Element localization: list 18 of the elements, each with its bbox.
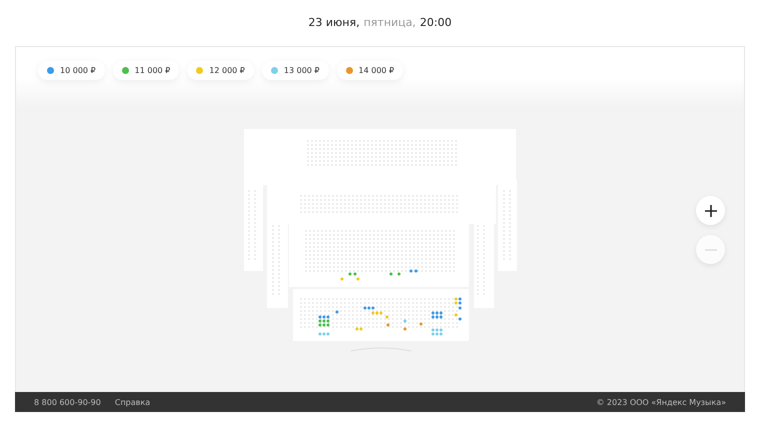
event-date: 23 июня, [308, 16, 360, 28]
price-legend-chip[interactable]: 14 000 ₽ [336, 61, 404, 80]
phone-number: 8 800 600-90-90 [34, 398, 101, 406]
price-label: 12 000 ₽ [209, 66, 245, 75]
help-link[interactable]: Справка [114, 398, 150, 406]
plus-icon [704, 204, 716, 216]
copyright-text: © 2023 ООО «Яндекс Музыка» [596, 398, 726, 406]
price-label: 11 000 ₽ [134, 66, 170, 75]
event-time: 20:00 [420, 16, 452, 28]
price-legend-chip[interactable]: 11 000 ₽ [112, 61, 180, 80]
price-label: 14 000 ₽ [358, 66, 394, 75]
event-weekday: пятница, [364, 16, 416, 28]
price-legend-chip[interactable]: 13 000 ₽ [262, 61, 328, 80]
price-label: 10 000 ₽ [60, 66, 96, 75]
price-label: 13 000 ₽ [284, 66, 320, 75]
zoom-in-button[interactable] [696, 196, 725, 225]
price-legend-chip[interactable]: 10 000 ₽ [38, 61, 105, 80]
price-legend-chip[interactable]: 12 000 ₽ [187, 61, 254, 80]
